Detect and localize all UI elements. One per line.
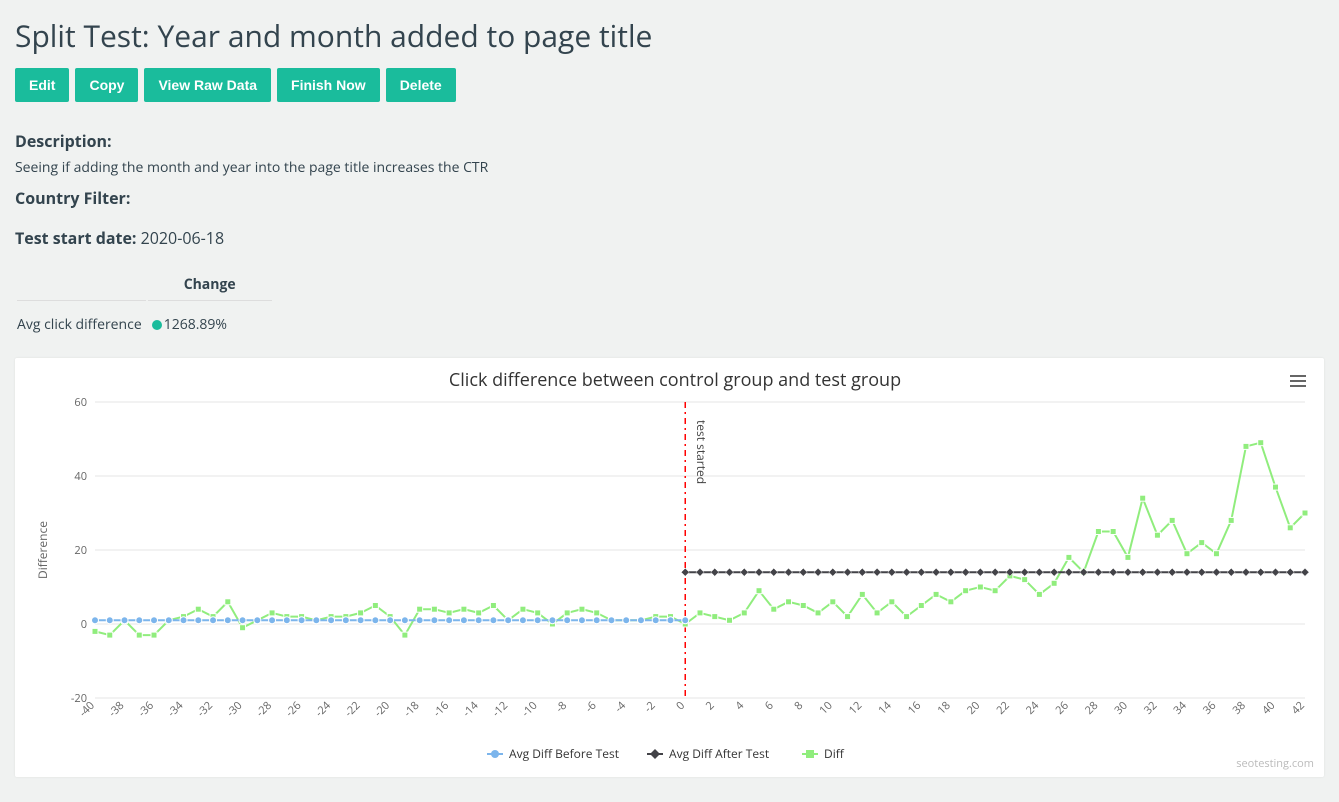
svg-text:-4: -4	[611, 698, 629, 716]
svg-text:2: 2	[703, 698, 718, 713]
delete-button[interactable]: Delete	[386, 68, 456, 102]
svg-text:8: 8	[791, 698, 806, 713]
description-text: Seeing if adding the month and year into…	[15, 158, 1324, 177]
svg-text:-26: -26	[282, 698, 304, 720]
svg-text:-28: -28	[253, 698, 275, 720]
page-title: Split Test: Year and month added to page…	[15, 15, 1324, 56]
change-table: Change Avg click difference 1268.89%	[15, 267, 274, 340]
avg-click-diff-value: 1268.89%	[164, 315, 227, 334]
svg-text:Avg Diff After Test: Avg Diff After Test	[669, 745, 769, 762]
svg-text:test started: test started	[693, 420, 710, 484]
svg-text:40: 40	[74, 469, 87, 484]
description-label: Description:	[15, 130, 112, 152]
change-header: Change	[148, 269, 272, 301]
svg-text:Diff: Diff	[824, 745, 845, 762]
svg-text:-20: -20	[371, 698, 393, 720]
svg-text:-6: -6	[582, 698, 600, 716]
action-buttons: Edit Copy View Raw Data Finish Now Delet…	[15, 68, 1324, 102]
svg-text:-36: -36	[135, 698, 157, 720]
avg-click-diff-label: Avg click difference	[17, 303, 146, 338]
svg-text:-24: -24	[312, 698, 335, 721]
svg-text:20: 20	[74, 543, 87, 558]
svg-text:0: 0	[673, 698, 688, 713]
svg-text:30: 30	[1111, 698, 1131, 718]
start-date-label: Test start date:	[15, 227, 136, 249]
start-date-value: 2020-06-18	[141, 227, 224, 249]
svg-text:-12: -12	[489, 698, 511, 720]
svg-text:60: 60	[74, 395, 87, 410]
meta-section: Description: Seeing if adding the month …	[15, 130, 1324, 249]
svg-text:-18: -18	[400, 698, 422, 720]
country-filter-label: Country Filter:	[15, 187, 130, 209]
svg-text:-16: -16	[430, 698, 452, 720]
svg-text:22: 22	[993, 698, 1013, 718]
svg-text:Avg Diff Before Test: Avg Diff Before Test	[509, 745, 619, 762]
svg-text:-22: -22	[341, 698, 363, 720]
svg-text:36: 36	[1200, 698, 1220, 718]
svg-text:26: 26	[1052, 698, 1072, 718]
svg-text:24: 24	[1023, 698, 1043, 718]
finish-now-button[interactable]: Finish Now	[277, 68, 380, 102]
svg-text:42: 42	[1288, 698, 1308, 718]
svg-text:-2: -2	[641, 698, 659, 716]
svg-text:Difference: Difference	[34, 521, 51, 579]
svg-text:0: 0	[81, 617, 87, 632]
svg-text:-30: -30	[223, 698, 245, 720]
chart: Click difference between control group a…	[25, 368, 1325, 768]
svg-text:12: 12	[846, 698, 866, 718]
watermark: seotesting.com	[1236, 756, 1314, 771]
chart-menu-icon[interactable]	[1290, 372, 1306, 390]
svg-text:-10: -10	[519, 698, 541, 720]
svg-text:-34: -34	[164, 698, 187, 721]
svg-text:18: 18	[934, 698, 954, 718]
svg-text:Click difference between contr: Click difference between control group a…	[449, 368, 901, 392]
chart-card: Click difference between control group a…	[15, 358, 1324, 777]
view-raw-data-button[interactable]: View Raw Data	[144, 68, 271, 102]
svg-text:40: 40	[1259, 698, 1279, 718]
svg-text:-32: -32	[194, 698, 216, 720]
copy-button[interactable]: Copy	[75, 68, 138, 102]
svg-text:-8: -8	[552, 698, 570, 716]
edit-button[interactable]: Edit	[15, 68, 69, 102]
svg-text:-38: -38	[105, 698, 127, 720]
svg-text:10: 10	[816, 698, 836, 718]
status-dot-icon	[152, 320, 162, 330]
svg-text:20: 20	[964, 698, 984, 718]
svg-text:6: 6	[762, 698, 777, 713]
svg-text:16: 16	[905, 698, 925, 718]
svg-text:28: 28	[1082, 698, 1102, 718]
svg-text:32: 32	[1141, 698, 1161, 718]
table-row: Avg click difference 1268.89%	[17, 303, 272, 338]
svg-text:14: 14	[875, 698, 895, 718]
svg-text:4: 4	[732, 698, 748, 714]
svg-text:-14: -14	[459, 698, 482, 721]
svg-text:38: 38	[1229, 698, 1249, 718]
svg-text:34: 34	[1170, 698, 1190, 718]
